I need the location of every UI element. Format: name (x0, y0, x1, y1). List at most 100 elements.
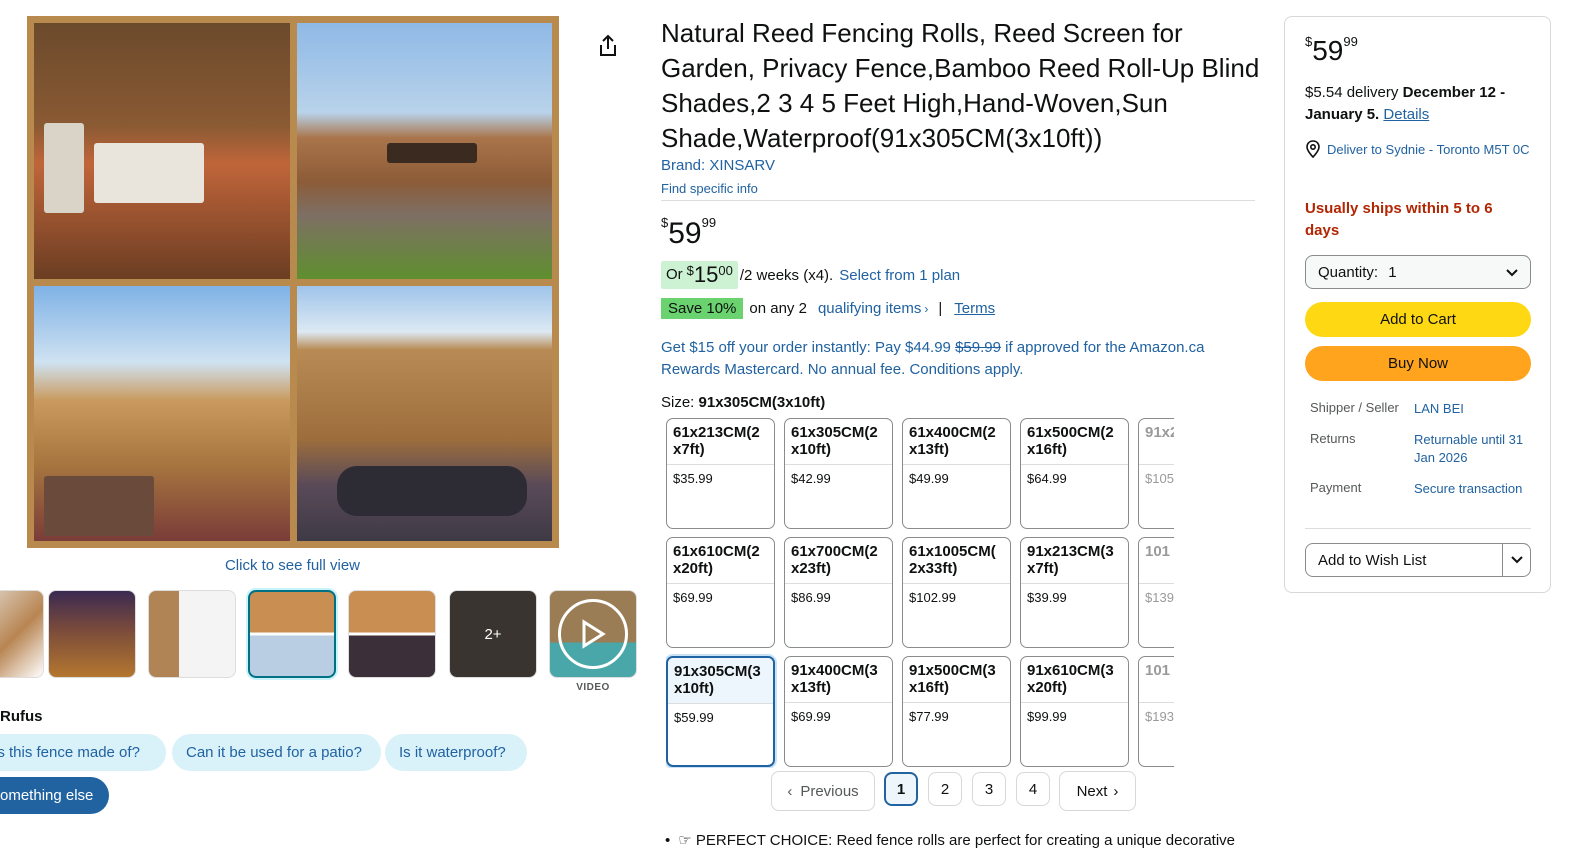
size-option-name: 91x610CM(3 x20ft) (1021, 657, 1128, 703)
size-option-name: 91x213CM(3 x7ft) (1021, 538, 1128, 584)
image-panel-yard (296, 23, 552, 279)
size-option[interactable]: 101 3.3x $139 (1138, 537, 1174, 648)
promo-pre: Get $15 off your order instantly: Pay $4… (661, 339, 951, 356)
thumbnail-image[interactable] (48, 590, 136, 678)
page-1-button[interactable]: 1 (884, 772, 918, 806)
size-option-price: $64.99 (1027, 471, 1067, 486)
brand-link[interactable]: Brand: XINSARV (661, 157, 775, 174)
installment-fraction: 00 (718, 263, 733, 278)
thumbnail-image[interactable] (0, 590, 44, 678)
thumbnail-more[interactable]: 2+ (449, 590, 537, 678)
returns-key: Returns (1310, 431, 1356, 446)
size-option-price: $42.99 (791, 471, 831, 486)
size-option[interactable]: 61x700CM(2 x23ft) $86.99 (784, 537, 893, 648)
bullet-dot: • (665, 832, 671, 849)
table-shape (386, 143, 477, 163)
divider (661, 200, 1255, 201)
size-option[interactable]: 91x213CM(3 x7ft) $39.99 (1020, 537, 1129, 648)
chevron-down-icon[interactable] (1502, 544, 1530, 576)
size-option[interactable]: 91x400CM(3 x13ft) $69.99 (784, 656, 893, 767)
size-option-name: 91x2 x23 (1139, 419, 1174, 465)
thumbnail-image-selected[interactable] (248, 590, 336, 678)
previous-page-button[interactable]: ‹ Previous (771, 771, 875, 811)
buybox-price: $ 59 99 (1305, 34, 1358, 68)
qualifying-items-link[interactable]: qualifying items (818, 300, 921, 317)
play-icon (558, 599, 628, 669)
next-page-button[interactable]: Next › (1059, 771, 1136, 811)
share-icon[interactable] (597, 34, 619, 58)
chevron-right-icon: › (1113, 782, 1119, 800)
size-options-grid: 61x213CM(2 x7ft) $35.99 61x305CM(2 x10ft) $… (666, 418, 1174, 768)
page-4-button[interactable]: 4 (1016, 772, 1050, 806)
size-option[interactable]: 91x2 x23 $105 (1138, 418, 1174, 529)
thumbnail-image[interactable] (148, 590, 236, 678)
select-plan-link[interactable]: Select from 1 plan (839, 267, 960, 284)
deliver-to-link[interactable]: Deliver to Sydnie - Toronto M5T 0C (1305, 140, 1535, 163)
add-to-wish-list-button[interactable]: Add to Wish List (1305, 543, 1531, 577)
installment-price: Or $ 15 00 (661, 261, 738, 289)
click-full-view-link[interactable]: Click to see full view (0, 557, 585, 574)
quantity-select[interactable]: Quantity: 1 (1305, 255, 1531, 289)
installment-whole: 15 (693, 262, 719, 287)
size-option[interactable]: 101 3.3x $193 (1138, 656, 1174, 767)
promo-old-price: $59.99 (955, 339, 1001, 356)
size-option-price: $105 (1145, 471, 1174, 486)
size-label-text: Size: (661, 394, 695, 411)
image-panel-balcony (34, 285, 290, 541)
wish-list-label: Add to Wish List (1318, 551, 1427, 569)
size-option-price: $86.99 (791, 590, 831, 605)
price-currency: $ (1305, 34, 1313, 49)
size-option-name: 61x400CM(2 x13ft) (903, 419, 1010, 465)
buy-now-button[interactable]: Buy Now (1305, 346, 1531, 381)
size-option-name: 61x610CM(2 x20ft) (667, 538, 774, 584)
deliver-to-text: Deliver to Sydnie - Toronto M5T 0C (1327, 142, 1530, 157)
size-option-name: 61x500CM(2 x16ft) (1021, 419, 1128, 465)
delivery-cost: $5.54 delivery (1305, 84, 1399, 101)
main-product-image[interactable] (27, 16, 559, 548)
chair-shape (44, 123, 84, 213)
terms-link[interactable]: Terms (954, 300, 995, 317)
add-to-cart-button[interactable]: Add to Cart (1305, 302, 1531, 337)
size-option[interactable]: 91x500CM(3 x16ft) $77.99 (902, 656, 1011, 767)
product-price: $ 59 99 (661, 215, 716, 253)
size-option-name: 91x305CM(3 x10ft) (668, 658, 773, 704)
page-3-button[interactable]: 3 (972, 772, 1006, 806)
size-option[interactable]: 61x400CM(2 x13ft) $49.99 (902, 418, 1011, 529)
previous-label: Previous (800, 782, 859, 800)
rufus-chip[interactable]: Can it be used for a patio? (172, 734, 381, 771)
chevron-down-icon (1506, 264, 1518, 281)
price-whole: 59 (668, 217, 702, 250)
shipper-row: Shipper / Seller LAN BEI (1310, 400, 1530, 418)
price-fraction: 99 (701, 215, 717, 230)
size-option-name: 61x213CM(2 x7ft) (667, 419, 774, 465)
find-specific-info-link[interactable]: Find specific info (661, 181, 758, 196)
save-promo-line: Save 10% on any 2 qualifying items › | T… (661, 298, 995, 319)
size-option-price: $77.99 (909, 709, 949, 724)
shipping-availability: Usually ships within 5 to 6 days (1305, 200, 1493, 239)
thumbnail-video[interactable] (549, 590, 637, 678)
image-panel-patio (34, 23, 290, 279)
rufus-ask-something-else[interactable]: omething else (0, 777, 109, 814)
quantity-value: 1 (1388, 263, 1397, 281)
size-option-selected[interactable]: 91x305CM(3 x10ft) $59.99 (666, 656, 775, 767)
thumbnail-image[interactable] (348, 590, 436, 678)
card-promo-text[interactable]: Get $15 off your order instantly: Pay $4… (661, 337, 1251, 381)
location-pin-icon (1305, 140, 1327, 163)
rufus-chip[interactable]: is this fence made of? (0, 734, 166, 771)
price-fraction: 99 (1343, 34, 1358, 49)
seller-link[interactable]: LAN BEI (1414, 400, 1464, 418)
save-badge: Save 10% (661, 298, 744, 319)
returns-link[interactable]: Returnable until 31 Jan 2026 (1414, 431, 1524, 467)
size-option[interactable]: 61x500CM(2 x16ft) $64.99 (1020, 418, 1129, 529)
rufus-chip[interactable]: Is it waterproof? (385, 734, 527, 771)
size-option[interactable]: 91x610CM(3 x20ft) $99.99 (1020, 656, 1129, 767)
size-option[interactable]: 61x305CM(2 x10ft) $42.99 (784, 418, 893, 529)
person-shape (336, 465, 527, 516)
size-option[interactable]: 61x1005CM( 2x33ft) $102.99 (902, 537, 1011, 648)
delivery-details-link[interactable]: Details (1383, 106, 1429, 123)
page-2-button[interactable]: 2 (928, 772, 962, 806)
size-option[interactable]: 61x213CM(2 x7ft) $35.99 (666, 418, 775, 529)
size-option-price: $193 (1145, 709, 1174, 724)
size-option[interactable]: 61x610CM(2 x20ft) $69.99 (666, 537, 775, 648)
payment-link[interactable]: Secure transaction (1414, 480, 1522, 498)
